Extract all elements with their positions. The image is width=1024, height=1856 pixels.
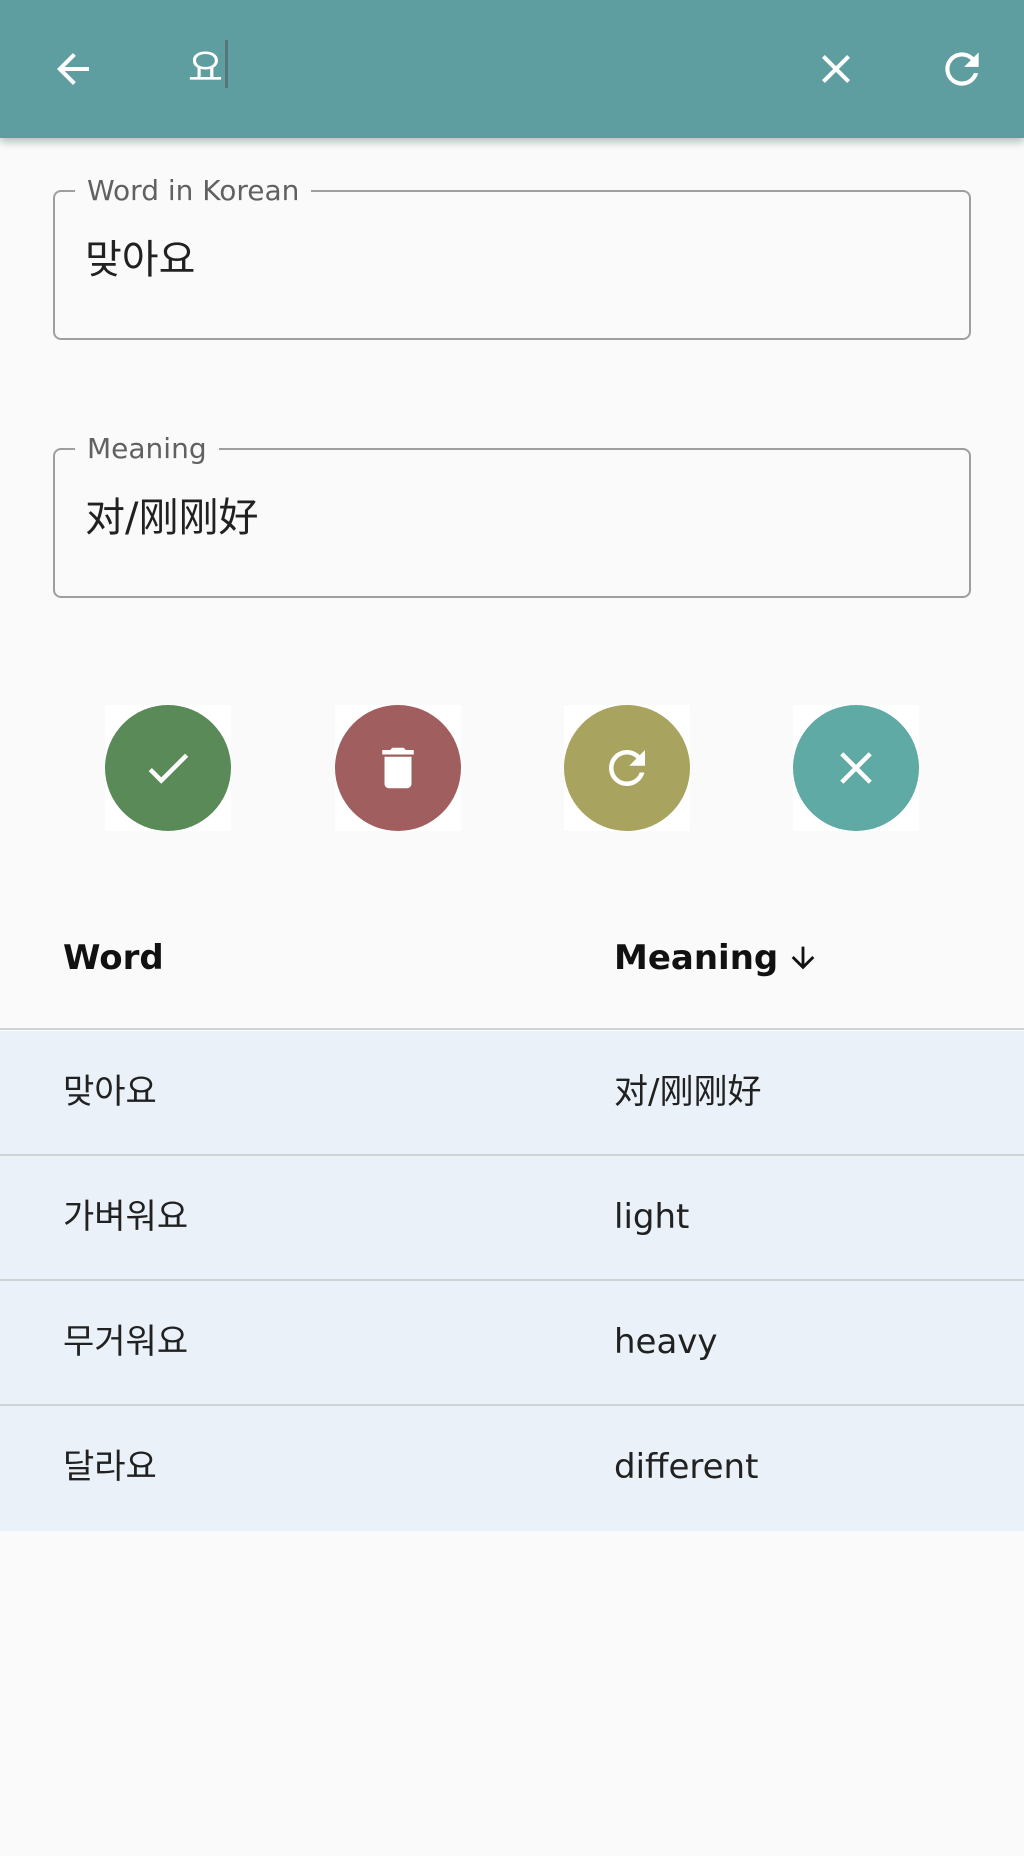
back-button[interactable] [29,25,117,113]
meaning-field[interactable]: Meaning 对/刚刚好 [53,431,971,598]
cancel-button[interactable] [793,705,919,831]
close-icon [840,752,872,784]
cancel-button-circle [793,705,919,831]
reset-button-circle [564,705,690,831]
close-icon [822,55,850,83]
text-cursor [224,40,228,88]
check-icon [148,753,189,784]
delete-button-circle [335,705,461,831]
table-cell-meaning: light [614,1197,690,1237]
save-button[interactable] [105,705,231,831]
refresh-icon [609,750,645,786]
meaning-field-label: Meaning [75,431,219,467]
word-field-label: Word in Korean [75,173,312,209]
table-cell-word: 무거워요 [63,1322,189,1362]
search-query-text: 요 [188,45,223,90]
arrow-down-icon [791,946,815,970]
clear-search-button[interactable] [792,25,880,113]
table-cell-meaning: heavy [614,1322,718,1362]
column-header-meaning[interactable]: Meaning [614,938,820,978]
reset-button[interactable] [564,705,690,831]
word-field-value: 맞아요 [85,237,196,283]
table-header: Word Meaning [0,900,1024,1030]
refresh-icon [945,52,979,86]
table-row[interactable]: 무거워요 heavy [0,1281,1024,1406]
table-row[interactable]: 가벼워요 light [0,1156,1024,1281]
table-cell-meaning: 对/刚刚好 [614,1072,762,1112]
meaning-field-value: 对/刚刚好 [85,495,259,541]
delete-button[interactable] [335,705,461,831]
column-header-meaning-label: Meaning [614,938,779,978]
column-header-word-label: Word [63,938,164,978]
trash-icon [382,747,414,789]
column-header-word[interactable]: Word [63,938,164,978]
save-button-circle [105,705,231,831]
arrow-back-icon [57,53,89,85]
app-bar: 요 [0,0,1024,138]
table-cell-word: 가벼워요 [63,1197,189,1237]
table-cell-meaning: different [614,1447,759,1487]
table-row[interactable]: 맞아요 对/刚刚好 [0,1031,1024,1156]
search-input[interactable]: 요 [188,34,228,94]
table-row[interactable]: 달라요 different [0,1406,1024,1531]
refresh-button[interactable] [918,25,1006,113]
table-cell-word: 맞아요 [63,1072,157,1112]
word-in-korean-field[interactable]: Word in Korean 맞아요 [53,173,971,340]
table-cell-word: 달라요 [63,1447,157,1487]
